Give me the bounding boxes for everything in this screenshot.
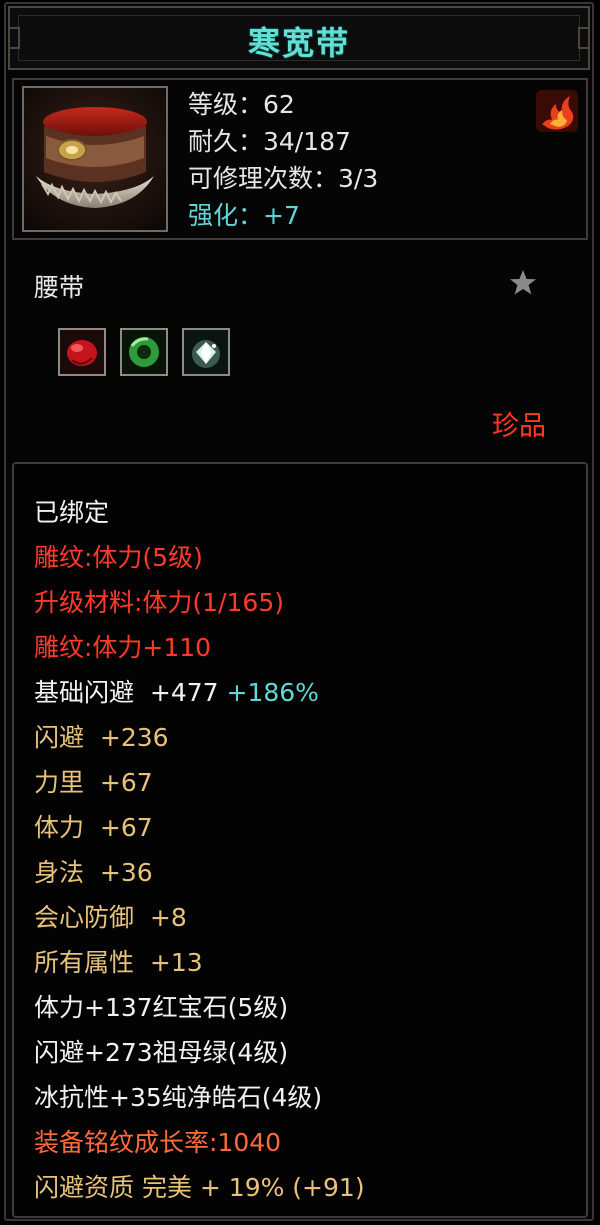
socket-gem-diamond: 冰抗性+35纯净皓石(4级) <box>34 1083 323 1112</box>
flame-rarity-icon <box>536 90 578 132</box>
item-level: 等级：62 <box>188 90 295 119</box>
socket-gem-ruby: 体力+137红宝石(5级) <box>34 993 289 1022</box>
stat-all-attributes: 所有属性 +13 <box>34 948 203 977</box>
stat-crit-defense: 会心防御 +8 <box>34 903 187 932</box>
item-quality: 珍品 <box>492 411 546 442</box>
attributes-list: 已绑定 雕纹:体力(5级) 升级材料:体力(1/165) 雕纹:体力+110 基… <box>34 490 365 1210</box>
item-durability: 耐久：34/187 <box>188 127 351 156</box>
stat-agility: 身法 +36 <box>34 858 153 887</box>
upgrade-material: 升级材料:体力(1/165) <box>34 588 284 617</box>
stat-dodge: 闪避 +236 <box>34 723 169 752</box>
diamond-gem-icon[interactable] <box>182 328 230 376</box>
growth-rate: 装备铭纹成长率:1040 <box>34 1128 282 1157</box>
base-dodge: 基础闪避 +477 +186% <box>34 670 365 715</box>
dodge-aptitude: 闪避资质 完美 + 19% (+91) <box>34 1173 365 1202</box>
stat-stamina: 体力 +67 <box>34 813 153 842</box>
item-name: 寒宽带 <box>247 24 350 62</box>
ruby-gem-icon[interactable] <box>58 328 106 376</box>
engrave-bonus: 雕纹:体力+110 <box>34 633 212 662</box>
fur-belt-icon <box>24 88 166 230</box>
base-dodge-bonus: +186% <box>226 678 319 707</box>
socket-gem-emerald: 闪避+273祖母绿(4级) <box>34 1038 289 1067</box>
engrave-level: 雕纹:体力(5级) <box>34 543 203 572</box>
item-icon-slot[interactable] <box>22 86 168 232</box>
item-type: 腰带 <box>34 273 85 302</box>
stat-strength: 力里 +67 <box>34 768 153 797</box>
item-stats: 等级：62 耐久：34/187 可修理次数：3/3 强化：+7 <box>188 86 378 234</box>
star-icon[interactable] <box>508 268 538 298</box>
base-dodge-value: 基础闪避 +477 <box>34 678 219 707</box>
item-enhance: 强化：+7 <box>188 201 300 230</box>
bound-status: 已绑定 <box>34 498 110 527</box>
emerald-gem-icon[interactable] <box>120 328 168 376</box>
item-repairs: 可修理次数：3/3 <box>188 164 379 193</box>
title-bar: 寒宽带 <box>8 6 590 70</box>
